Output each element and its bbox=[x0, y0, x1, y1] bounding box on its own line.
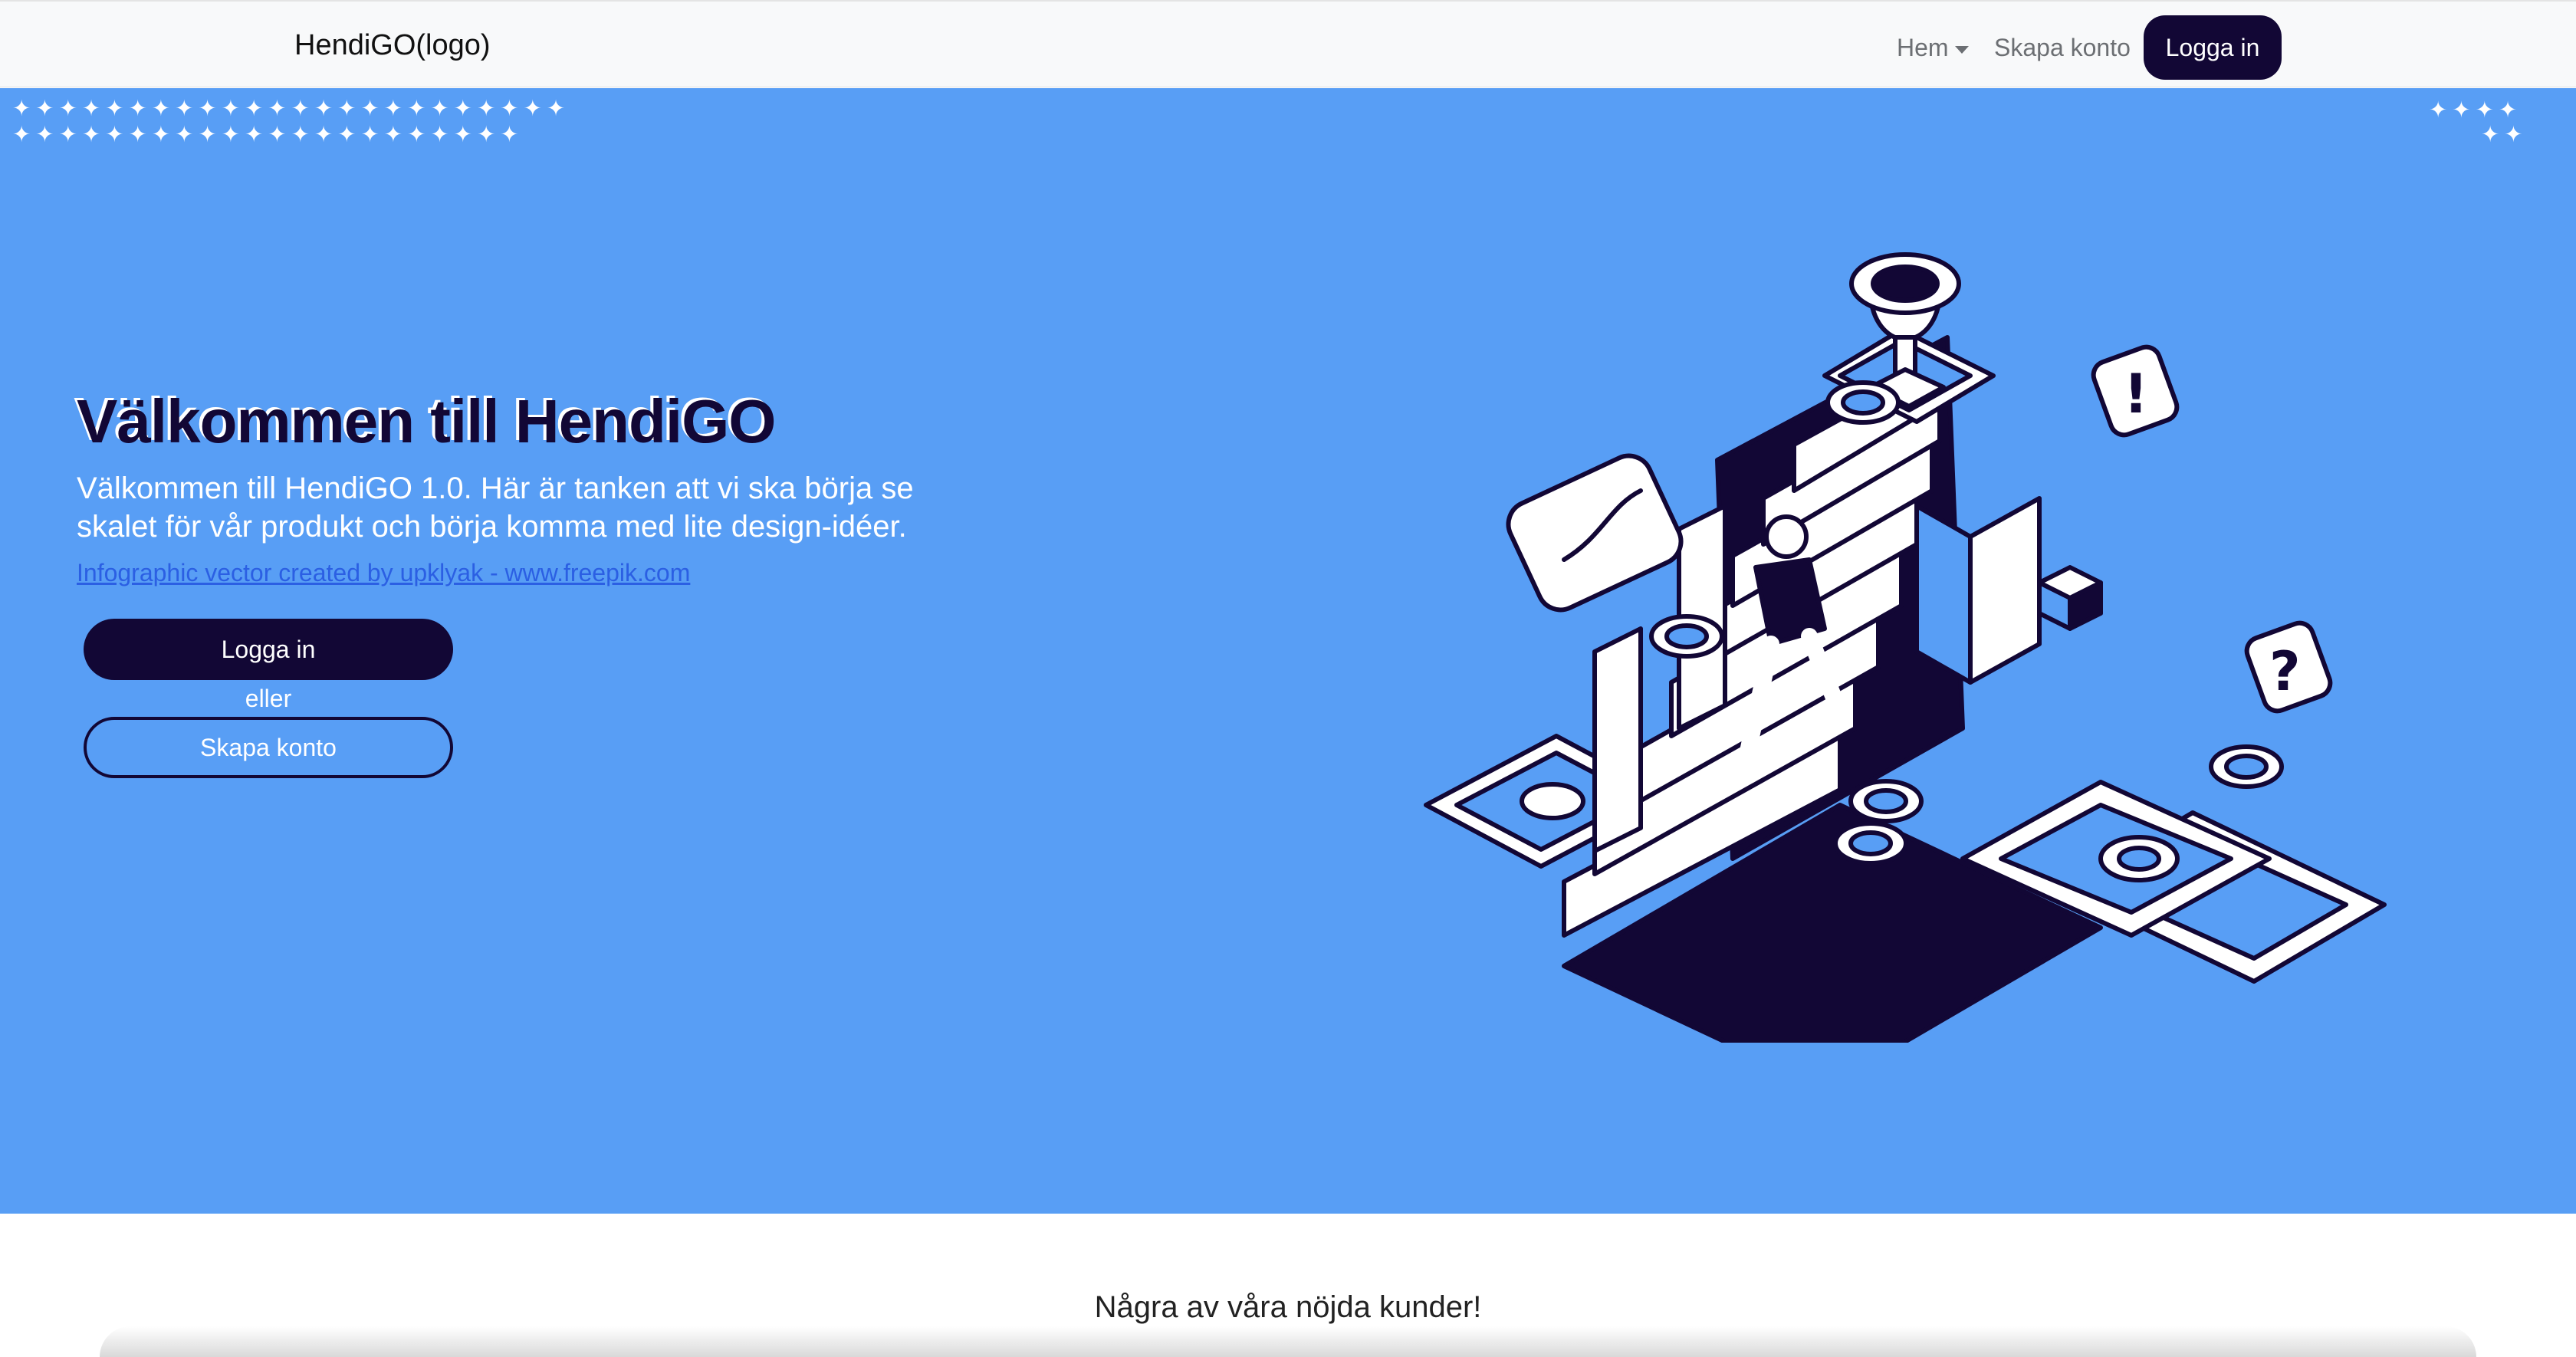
nav-item-skapa-konto[interactable]: Skapa konto bbox=[1994, 31, 2131, 64]
sparkle-decoration-icon: ✦✦✦✦ bbox=[2429, 98, 2522, 123]
illustration-credit-link[interactable]: Infographic vector created by upklyak - … bbox=[77, 557, 690, 588]
caret-down-icon bbox=[1954, 45, 1969, 54]
nav-item-hem-label: Hem bbox=[1897, 34, 1949, 61]
nav-item-hem[interactable]: Hem bbox=[1897, 31, 1969, 64]
sparkle-decoration-icon: ✦✦✦✦✦✦✦✦✦✦✦✦✦✦✦✦✦✦✦✦✦✦✦✦ bbox=[12, 97, 570, 121]
sparkle-decoration-icon: ✦✦✦✦✦✦✦✦✦✦✦✦✦✦✦✦✦✦✦✦✦✦ bbox=[12, 123, 524, 147]
svg-text:?: ? bbox=[2269, 640, 2301, 703]
navbar: HendiGO(logo) Hem Skapa konto Logga in bbox=[0, 0, 2576, 87]
hero-description: Välkommen till HendiGO 1.0. Här är tanke… bbox=[77, 472, 914, 544]
brand-logo[interactable]: HendiGO(logo) bbox=[294, 27, 491, 64]
customers-carousel-edge bbox=[100, 1326, 2476, 1357]
svg-text:!: ! bbox=[2124, 363, 2148, 426]
or-separator: eller bbox=[245, 685, 292, 712]
hero-login-button[interactable]: Logga in bbox=[84, 619, 453, 680]
hero-signup-button[interactable]: Skapa konto bbox=[84, 717, 453, 778]
hero-title: Välkommen till HendiGO bbox=[77, 387, 777, 455]
stairs-trophy-illustration-icon: ! ? bbox=[1424, 252, 2387, 1043]
customers-section-title: Några av våra nöjda kunder! bbox=[1094, 1290, 1482, 1324]
sparkle-decoration-icon: ✦✦ bbox=[2481, 123, 2528, 147]
nav-login-button[interactable]: Logga in bbox=[2144, 15, 2282, 80]
